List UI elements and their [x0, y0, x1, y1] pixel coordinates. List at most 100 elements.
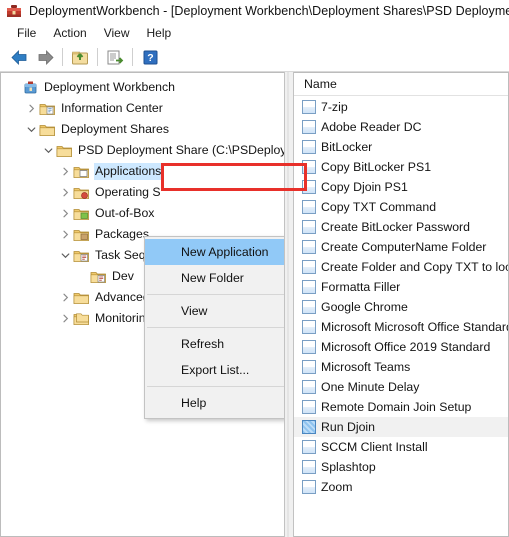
context-menu-item-refresh[interactable]: Refresh [145, 331, 284, 357]
plain-folder-icon [73, 290, 90, 305]
tree-item-out-of-box[interactable]: Out-of-Box [1, 203, 284, 224]
application-icon [302, 460, 316, 474]
application-list: 7-zip Adobe Reader DC BitLocker Copy BitLoc… [294, 96, 508, 497]
list-item[interactable]: Microsoft Microsoft Office Standard 2 [294, 317, 508, 337]
list-item-label: Microsoft Microsoft Office Standard 2 [321, 320, 509, 334]
context-menu-item-label: New Folder [181, 271, 244, 285]
tree-item-label: Dev [112, 269, 134, 283]
list-item[interactable]: Copy TXT Command [294, 197, 508, 217]
application-icon [302, 240, 316, 254]
menu-action[interactable]: Action [45, 25, 95, 41]
application-icon [302, 200, 316, 214]
forward-icon[interactable] [32, 45, 58, 69]
drivers-folder-icon [73, 206, 90, 221]
menu-file[interactable]: File [9, 25, 45, 41]
list-item[interactable]: Run Djoin [294, 417, 508, 437]
list-item-label: BitLocker [321, 140, 373, 154]
pane-splitter[interactable] [284, 72, 294, 537]
tree-item-label: Information Center [61, 101, 163, 115]
tree-item-deployment-workbench[interactable]: Deployment Workbench [1, 77, 284, 98]
application-icon [302, 420, 316, 434]
tasksequence-folder-icon [90, 269, 107, 284]
context-menu-item-new-application[interactable]: New Application [145, 239, 284, 265]
share-folder-icon [56, 143, 73, 158]
context-menu-item-label: View [181, 304, 208, 318]
list-item[interactable]: BitLocker [294, 137, 508, 157]
list-item-label: Create BitLocker Password [321, 220, 470, 234]
context-menu-item-new-folder[interactable]: New Folder [145, 265, 284, 291]
chevron-right-icon[interactable] [58, 209, 73, 218]
list-item[interactable]: Microsoft Office 2019 Standard [294, 337, 508, 357]
help-icon[interactable]: ? [137, 45, 163, 69]
chevron-down-icon[interactable] [41, 146, 56, 155]
list-item[interactable]: Zoom [294, 477, 508, 497]
title-bar: DeploymentWorkbench - [Deployment Workbe… [0, 0, 509, 22]
tree-item-deployment-shares[interactable]: Deployment Shares [1, 119, 284, 140]
chevron-right-icon[interactable] [58, 230, 73, 239]
tree-item-label: Out-of-Box [95, 206, 155, 220]
tree-item-operating-s[interactable]: Operating S [1, 182, 284, 203]
chevron-right-icon[interactable] [24, 104, 39, 113]
results-pane: Name 7-zip Adobe Reader DC BitLocker Copy B… [294, 72, 509, 537]
list-item[interactable]: One Minute Delay [294, 377, 508, 397]
list-item[interactable]: SCCM Client Install [294, 437, 508, 457]
menu-view[interactable]: View [96, 25, 139, 41]
list-item-label: SCCM Client Install [321, 440, 428, 454]
list-item-label: Run Djoin [321, 420, 375, 434]
tree-item-information-center[interactable]: Information Center [1, 98, 284, 119]
chevron-down-icon[interactable] [24, 125, 39, 134]
application-icon [302, 340, 316, 354]
chevron-right-icon[interactable] [58, 293, 73, 302]
list-item[interactable]: Formatta Filler [294, 277, 508, 297]
list-item-label: Copy BitLocker PS1 [321, 160, 432, 174]
context-menu: New Application New Folder View› Refresh Exp… [144, 236, 284, 419]
list-item[interactable]: Google Chrome [294, 297, 508, 317]
menu-help[interactable]: Help [139, 25, 181, 41]
list-item-label: Create Folder and Copy TXT to local c [321, 260, 508, 274]
chevron-right-icon[interactable] [58, 167, 73, 176]
list-item[interactable]: Create ComputerName Folder [294, 237, 508, 257]
list-item-label: 7-zip [321, 100, 348, 114]
list-item[interactable]: Copy BitLocker PS1 [294, 157, 508, 177]
list-item-label: Adobe Reader DC [321, 120, 422, 134]
application-icon [302, 220, 316, 234]
list-item[interactable]: Splashtop [294, 457, 508, 477]
tree-item-label: Applications [94, 163, 165, 180]
application-icon [302, 140, 316, 154]
list-item-label: One Minute Delay [321, 380, 420, 394]
tree-item-label: PSD Deployment Share (C:\PSDeployment) [78, 143, 284, 157]
context-menu-item-help[interactable]: Help [145, 390, 284, 416]
list-item[interactable]: Adobe Reader DC [294, 117, 508, 137]
tree-item-applications[interactable]: Applications [1, 161, 284, 182]
tree-item-label: Operating S [95, 185, 161, 199]
context-menu-item-label: New Application [181, 245, 269, 259]
list-item-label: Copy TXT Command [321, 200, 437, 214]
application-icon [302, 380, 316, 394]
list-item[interactable]: 7-zip [294, 97, 508, 117]
application-icon [302, 480, 316, 494]
back-icon[interactable] [6, 45, 32, 69]
context-menu-item-view[interactable]: View› [145, 298, 284, 324]
chevron-right-icon[interactable] [58, 314, 73, 323]
list-item[interactable]: Create Folder and Copy TXT to local c [294, 257, 508, 277]
tree-item-psd-deployment-share-c-psdeployment[interactable]: PSD Deployment Share (C:\PSDeployment) [1, 140, 284, 161]
tasksequence-folder-icon [73, 248, 90, 263]
list-item[interactable]: Microsoft Teams [294, 357, 508, 377]
window-title: DeploymentWorkbench - [Deployment Workbe… [29, 4, 509, 18]
list-item[interactable]: Remote Domain Join Setup [294, 397, 508, 417]
workbench-icon [22, 80, 39, 95]
list-item-label: Google Chrome [321, 300, 408, 314]
list-item[interactable]: Create BitLocker Password [294, 217, 508, 237]
up-folder-icon[interactable] [67, 45, 93, 69]
toolbar-separator-3 [132, 48, 133, 66]
list-item-label: Microsoft Teams [321, 360, 411, 374]
list-item-label: Zoom [321, 480, 353, 494]
context-menu-item-export-list[interactable]: Export List... [145, 357, 284, 383]
chevron-right-icon[interactable] [58, 188, 73, 197]
chevron-down-icon[interactable] [58, 251, 73, 260]
export-list-icon[interactable] [102, 45, 128, 69]
toolbar: ? [0, 43, 509, 72]
applications-folder-icon [73, 164, 90, 179]
list-column-header[interactable]: Name [294, 73, 508, 96]
list-item[interactable]: Copy Djoin PS1 [294, 177, 508, 197]
